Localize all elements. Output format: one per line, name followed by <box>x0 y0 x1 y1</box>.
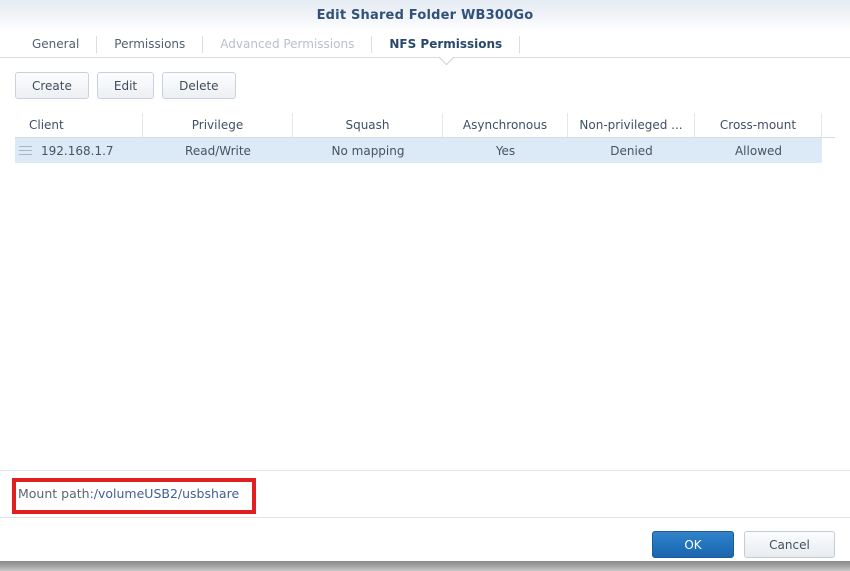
column-header-squash[interactable]: Squash <box>293 113 443 137</box>
drag-handle-icon[interactable] <box>19 146 32 155</box>
column-header-non-privileged[interactable]: Non-privileged ... <box>568 113 695 137</box>
edit-button[interactable]: Edit <box>97 72 154 99</box>
nfs-permissions-table: Client Privilege Squash Asynchronous Non… <box>15 113 835 163</box>
column-header-filler <box>822 113 835 137</box>
create-button[interactable]: Create <box>15 72 89 99</box>
mount-path-status: Mount path:/volumeUSB2/usbshare <box>18 471 239 516</box>
cell-non-privileged: Denied <box>568 138 695 163</box>
footer-divider <box>0 517 850 518</box>
mount-path-label: Mount path: <box>18 486 94 501</box>
tab-general[interactable]: General <box>15 32 96 56</box>
mount-path-value: /volumeUSB2/usbshare <box>94 486 239 501</box>
cell-squash: No mapping <box>293 138 443 163</box>
column-header-asynchronous[interactable]: Asynchronous <box>443 113 568 137</box>
window-bottom-edge <box>0 561 850 571</box>
tab-bar: General Permissions Advanced Permissions… <box>0 31 850 57</box>
table-row[interactable]: 192.168.1.7 Read/Write No mapping Yes De… <box>15 138 822 163</box>
tab-permissions[interactable]: Permissions <box>97 32 202 56</box>
nfs-toolbar: Create Edit Delete <box>15 72 236 99</box>
tab-separator <box>519 36 520 53</box>
table-header-row: Client Privilege Squash Asynchronous Non… <box>15 113 835 138</box>
column-header-privilege[interactable]: Privilege <box>143 113 293 137</box>
column-header-client[interactable]: Client <box>15 113 143 137</box>
delete-button[interactable]: Delete <box>162 72 235 99</box>
edit-shared-folder-dialog: Edit Shared Folder WB300Go General Permi… <box>0 0 850 571</box>
dialog-titlebar: Edit Shared Folder WB300Go <box>0 0 850 30</box>
dialog-title: Edit Shared Folder WB300Go <box>317 8 534 23</box>
column-header-cross-mount[interactable]: Cross-mount <box>695 113 822 137</box>
cancel-button[interactable]: Cancel <box>744 531 835 558</box>
cell-privilege: Read/Write <box>143 138 293 163</box>
cell-asynchronous: Yes <box>443 138 568 163</box>
tab-advanced-permissions: Advanced Permissions <box>203 32 371 56</box>
cell-client: 192.168.1.7 <box>15 138 143 163</box>
cell-cross-mount: Allowed <box>695 138 822 163</box>
ok-button[interactable]: OK <box>652 531 734 558</box>
client-value: 192.168.1.7 <box>41 144 114 158</box>
tab-bar-underline <box>0 57 850 58</box>
